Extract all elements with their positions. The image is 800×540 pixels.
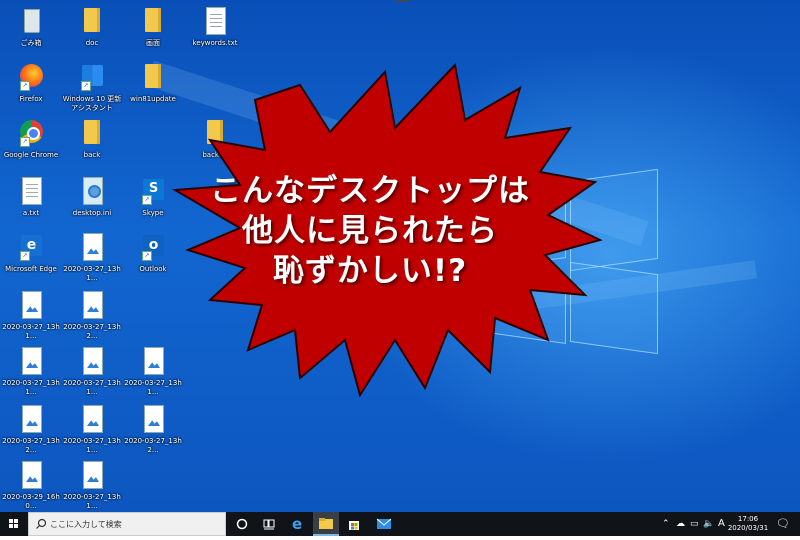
windows-start-icon bbox=[9, 519, 18, 528]
task-view-icon bbox=[263, 519, 275, 530]
mail-icon bbox=[376, 518, 392, 529]
desktop[interactable]: ごみ箱 doc 画面 keywords.txt ↗ Firefox ↗ Wind… bbox=[0, 0, 800, 512]
taskbar-file-explorer-button[interactable] bbox=[313, 512, 339, 536]
start-button[interactable] bbox=[0, 512, 28, 536]
ime-indicator[interactable]: A bbox=[718, 518, 725, 529]
taskbar-mail-button[interactable] bbox=[372, 512, 396, 536]
search-placeholder: ここに入力して検索 bbox=[50, 520, 122, 529]
taskbar-edge-button[interactable]: e bbox=[286, 512, 310, 536]
search-box[interactable]: ここに入力して検索 bbox=[28, 512, 226, 536]
action-center-icon[interactable]: 🗨 bbox=[776, 517, 790, 530]
cortana-button[interactable] bbox=[230, 512, 254, 536]
callout-text-line-1: こんなデスクトップは bbox=[210, 173, 530, 209]
chevron-up-icon[interactable]: ⌃ bbox=[662, 519, 670, 529]
clock[interactable]: 17:06 2020/03/31 bbox=[726, 515, 770, 533]
file-explorer-icon bbox=[319, 518, 333, 529]
svg-text:e: e bbox=[292, 515, 302, 533]
taskbar: ここに入力して検索 e ⌃ ☁ ▭ 🔈 A 17:06 2020/03/31 🗨 bbox=[0, 512, 800, 536]
edge-icon: e bbox=[292, 515, 302, 533]
task-view-button[interactable] bbox=[257, 512, 281, 536]
onedrive-cloud-icon[interactable]: ☁ bbox=[676, 519, 685, 529]
taskbar-store-button[interactable] bbox=[342, 512, 366, 536]
cortana-icon bbox=[236, 518, 248, 530]
search-icon bbox=[36, 518, 47, 529]
volume-icon[interactable]: 🔈 bbox=[703, 519, 714, 529]
callout-text-line-3: 恥ずかしい!? bbox=[272, 253, 468, 289]
clock-date: 2020/03/31 bbox=[727, 524, 769, 532]
store-icon bbox=[349, 521, 359, 530]
callout-text-line-2: 他人に見られたら bbox=[242, 213, 498, 249]
clock-time: 17:06 bbox=[737, 515, 759, 523]
network-icon[interactable]: ▭ bbox=[690, 519, 699, 529]
